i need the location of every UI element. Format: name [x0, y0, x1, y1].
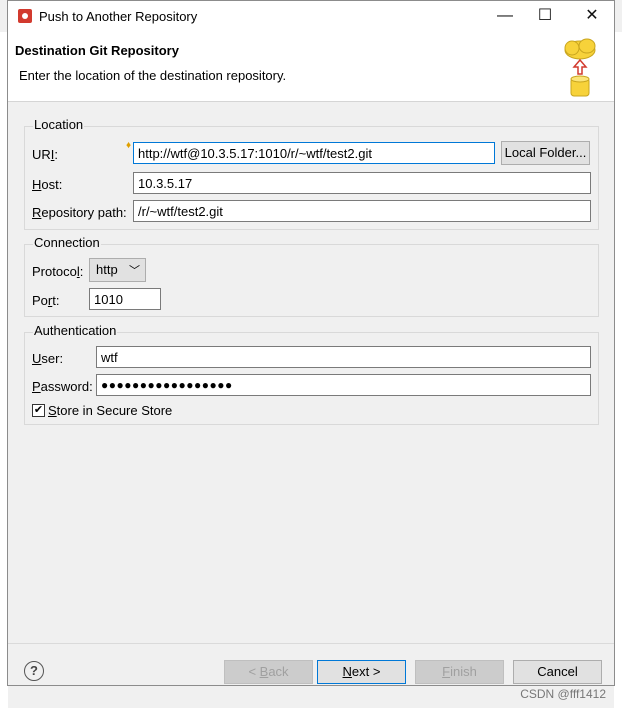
finish-button: Finish	[415, 660, 504, 684]
protocol-select-value: http	[96, 262, 118, 277]
store-secure-checkbox[interactable]: ✔	[32, 404, 45, 417]
help-icon[interactable]: ?	[24, 661, 44, 681]
title-bar[interactable]: Push to Another Repository — ☐ ✕	[8, 1, 614, 32]
port-input[interactable]	[89, 288, 161, 310]
watermark: CSDN @fff1412	[520, 687, 606, 701]
cancel-button[interactable]: Cancel	[513, 660, 602, 684]
protocol-label: Protocol:	[32, 264, 84, 279]
protocol-select[interactable]: http ﹀	[89, 258, 146, 282]
cloud-repository-icon	[564, 38, 596, 97]
password-label: Password:	[32, 379, 93, 394]
port-label: Port:	[32, 293, 60, 308]
back-button: < Back	[224, 660, 313, 684]
page-title: Destination Git Repository	[15, 43, 179, 58]
repository-path-input[interactable]	[133, 200, 591, 222]
next-button[interactable]: Next >	[317, 660, 406, 684]
chevron-down-icon: ﹀	[129, 265, 140, 277]
host-label: Host:	[32, 177, 63, 192]
page-description: Enter the location of the destination re…	[19, 68, 287, 83]
maximize-button[interactable]: ☐	[530, 5, 560, 27]
local-folder-button[interactable]: Local Folder...	[501, 141, 590, 165]
password-input[interactable]: ●●●●●●●●●●●●●●●●●	[96, 374, 591, 396]
connection-group-title: Connection	[33, 235, 101, 250]
repository-path-label: Repository path:	[32, 205, 127, 220]
host-input[interactable]	[133, 172, 591, 194]
checkmark-icon: ✔	[33, 404, 44, 416]
app-icon	[18, 9, 32, 23]
store-secure-label[interactable]: Store in Secure Store	[48, 403, 172, 418]
user-input[interactable]	[96, 346, 591, 368]
footer-separator	[8, 643, 614, 644]
authentication-group-title: Authentication	[33, 323, 118, 338]
content-assist-icon: ♦	[126, 140, 132, 151]
uri-input[interactable]	[133, 142, 495, 164]
wizard-header: Destination Git Repository Enter the loc…	[8, 32, 614, 102]
window-title: Push to Another Repository	[39, 9, 198, 24]
push-dialog: Push to Another Repository — ☐ ✕ Destina…	[7, 0, 615, 686]
background-editor-right	[614, 32, 622, 708]
user-label: User:	[32, 351, 64, 366]
uri-label: URI:	[32, 147, 59, 162]
close-button[interactable]: ✕	[577, 5, 607, 27]
location-group-title: Location	[33, 117, 85, 132]
minimize-button[interactable]: —	[490, 5, 520, 27]
